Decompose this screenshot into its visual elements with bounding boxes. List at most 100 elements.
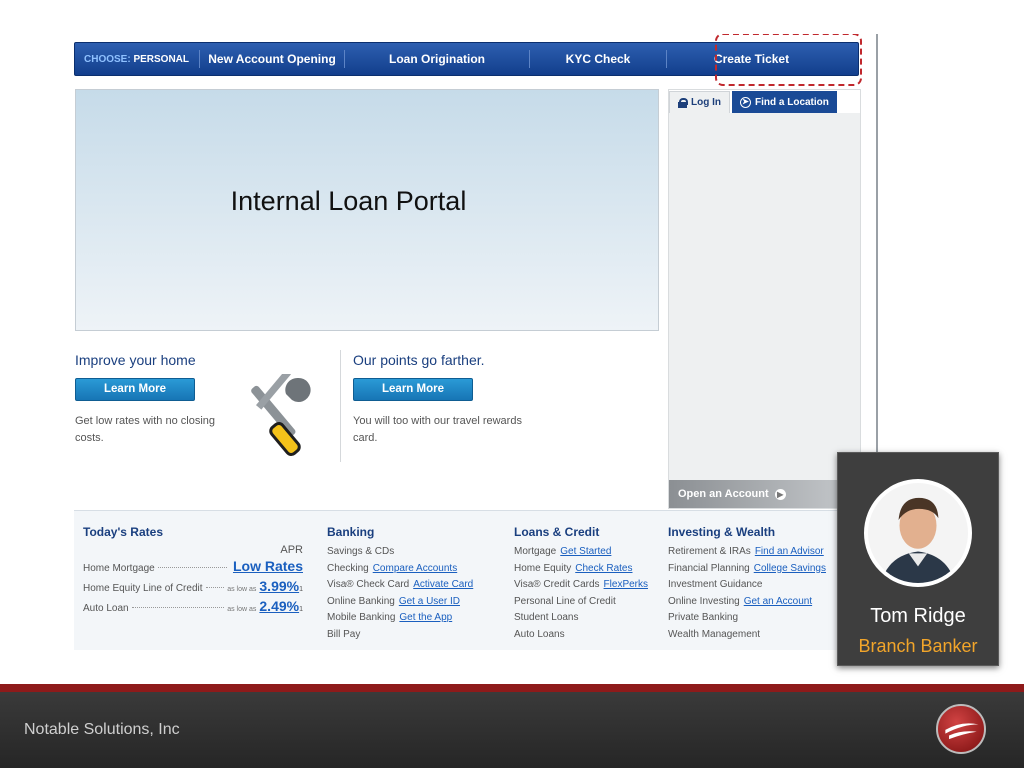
loans-row: Mortgage Get Started xyxy=(514,544,664,561)
row-link[interactable]: Activate Card xyxy=(413,579,473,590)
row-link[interactable]: Get the App xyxy=(399,612,452,623)
as-low-as: as low as xyxy=(227,586,257,593)
leader-dots xyxy=(205,587,225,588)
as-low-as: as low as xyxy=(227,606,257,613)
loans-row: Personal Line of Credit xyxy=(514,594,664,611)
leader-dots xyxy=(131,607,225,608)
row-label: Checking xyxy=(327,562,369,574)
rate-row: Auto Loan as low as 2.49% 1 xyxy=(83,598,303,618)
todays-rates: Today's Rates APR Home Mortgage Low Rates… xyxy=(83,525,303,618)
banking-row: Mobile Banking Get the App xyxy=(327,610,502,627)
rate-label: Home Equity Line of Credit xyxy=(83,583,203,594)
learn-more-button[interactable]: Learn More xyxy=(353,378,473,401)
row-label: Visa® Check Card xyxy=(327,579,410,590)
footer: Notable Solutions, Inc xyxy=(0,692,1024,768)
loans-row: Student Loans xyxy=(514,610,664,627)
row-link[interactable]: Find an Advisor xyxy=(755,546,824,557)
row-label: Investment Guidance xyxy=(668,579,763,590)
investing-row: Wealth Management xyxy=(668,627,843,644)
investing-row: Financial Planning College Savings xyxy=(668,561,843,578)
tools-icon xyxy=(251,374,311,456)
company-name: Notable Solutions, Inc xyxy=(24,721,180,738)
banking-column: Banking Savings & CDs Checking Compare Acc… xyxy=(327,525,502,643)
open-account-button[interactable]: Open an Account ▶ xyxy=(669,480,862,508)
row-link[interactable]: Get an Account xyxy=(744,596,812,607)
open-account-label: Open an Account xyxy=(678,488,769,500)
nav-new-account-opening[interactable]: New Account Opening xyxy=(199,50,344,68)
avatar xyxy=(864,479,972,587)
footnote-mark: 1 xyxy=(299,586,303,593)
banking-row: Online Banking Get a User ID xyxy=(327,594,502,611)
banking-row: Savings & CDs xyxy=(327,544,502,561)
location-arrow-icon: ➤ xyxy=(740,96,751,108)
highlight-ring xyxy=(715,34,862,86)
row-label: Mortgage xyxy=(514,546,557,557)
row-label: Bill Pay xyxy=(327,628,361,640)
hero-title: Internal Loan Portal xyxy=(230,186,467,216)
tab-log-in[interactable]: Log In xyxy=(669,91,730,113)
side-tabs: Log In ➤ Find a Location xyxy=(669,90,860,113)
row-label: Auto Loans xyxy=(514,628,565,640)
choose-value: PERSONAL xyxy=(133,53,190,65)
row-label: Visa® Credit Cards xyxy=(514,579,600,590)
banking-row: Checking Compare Accounts xyxy=(327,561,502,578)
rate-value[interactable]: 3.99% xyxy=(259,578,299,594)
banking-row: Visa® Check Card Activate Card xyxy=(327,577,502,594)
browser-screenshot: CHOOSE: PERSONAL New Account Opening Loa… xyxy=(68,34,878,650)
row-label: Private Banking xyxy=(668,612,739,623)
loans-row: Visa® Credit Cards FlexPerks xyxy=(514,577,664,594)
loans-row: Home Equity Check Rates xyxy=(514,561,664,578)
row-link[interactable]: Get a User ID xyxy=(399,596,460,607)
rate-row: Home Mortgage Low Rates xyxy=(83,558,303,578)
banking-row: Bill Pay xyxy=(327,627,502,644)
tab-find-location[interactable]: ➤ Find a Location xyxy=(732,91,837,113)
rate-row: Home Equity Line of Credit as low as 3.99%… xyxy=(83,578,303,598)
leader-dots xyxy=(157,567,227,568)
footnote-mark: 1 xyxy=(299,606,303,613)
row-link[interactable]: Check Rates xyxy=(575,563,632,574)
row-link[interactable]: Get Started xyxy=(560,546,611,557)
investing-row: Online Investing Get an Account xyxy=(668,594,843,611)
tab-find-location-label: Find a Location xyxy=(755,96,829,108)
rates-title: Today's Rates xyxy=(83,525,163,539)
learn-more-button[interactable]: Learn More xyxy=(75,378,195,401)
promo-divider xyxy=(340,350,341,462)
rate-label: Auto Loan xyxy=(83,603,129,614)
company-logo-icon xyxy=(936,704,986,754)
footer-stripe xyxy=(0,684,1024,692)
row-link[interactable]: Compare Accounts xyxy=(373,563,458,574)
slide: CHOOSE: PERSONAL New Account Opening Loa… xyxy=(0,0,1024,768)
rate-value[interactable]: 2.49% xyxy=(259,598,299,614)
nav-kyc-check[interactable]: KYC Check xyxy=(529,50,666,68)
promo-home-title: Improve your home xyxy=(75,352,196,368)
loans-row: Auto Loans xyxy=(514,627,664,644)
row-label: Home Equity xyxy=(514,562,572,574)
choose-label: CHOOSE: xyxy=(84,53,131,65)
rate-label: Home Mortgage xyxy=(83,563,155,574)
row-label: Mobile Banking xyxy=(327,612,396,623)
side-panel: Log In ➤ Find a Location Open an Account… xyxy=(668,89,862,509)
top-nav: CHOOSE: PERSONAL New Account Opening Loa… xyxy=(74,34,862,86)
choose-segment[interactable]: CHOOSE: PERSONAL xyxy=(75,54,199,65)
lock-icon xyxy=(678,97,688,108)
apr-label: APR xyxy=(280,544,303,556)
persona-name: Tom Ridge xyxy=(870,605,966,627)
loans-column: Loans & Credit Mortgage Get Started Home E… xyxy=(514,525,664,643)
promo-rewards: Our points go farther. Learn More You wi… xyxy=(353,352,523,447)
row-label: Student Loans xyxy=(514,612,579,623)
row-label: Retirement & IRAs xyxy=(668,546,751,557)
rate-value[interactable]: Low Rates xyxy=(233,558,303,574)
investing-column: Investing & Wealth Retirement & IRAs Find… xyxy=(668,525,843,643)
nav-loan-origination[interactable]: Loan Origination xyxy=(344,50,529,68)
tab-log-in-label: Log In xyxy=(691,97,721,108)
row-label: Online Investing xyxy=(668,595,740,607)
promo-rewards-title: Our points go farther. xyxy=(353,352,485,368)
row-label: Financial Planning xyxy=(668,562,750,574)
persona-card: Tom Ridge Branch Banker xyxy=(837,452,999,666)
row-link[interactable]: College Savings xyxy=(754,563,826,574)
banking-title: Banking xyxy=(327,525,375,539)
investing-row: Private Banking xyxy=(668,610,843,627)
row-link[interactable]: FlexPerks xyxy=(604,579,648,590)
bottom-links-panel: Today's Rates APR Home Mortgage Low Rates… xyxy=(74,510,874,650)
hero-banner: Internal Loan Portal xyxy=(75,89,659,331)
